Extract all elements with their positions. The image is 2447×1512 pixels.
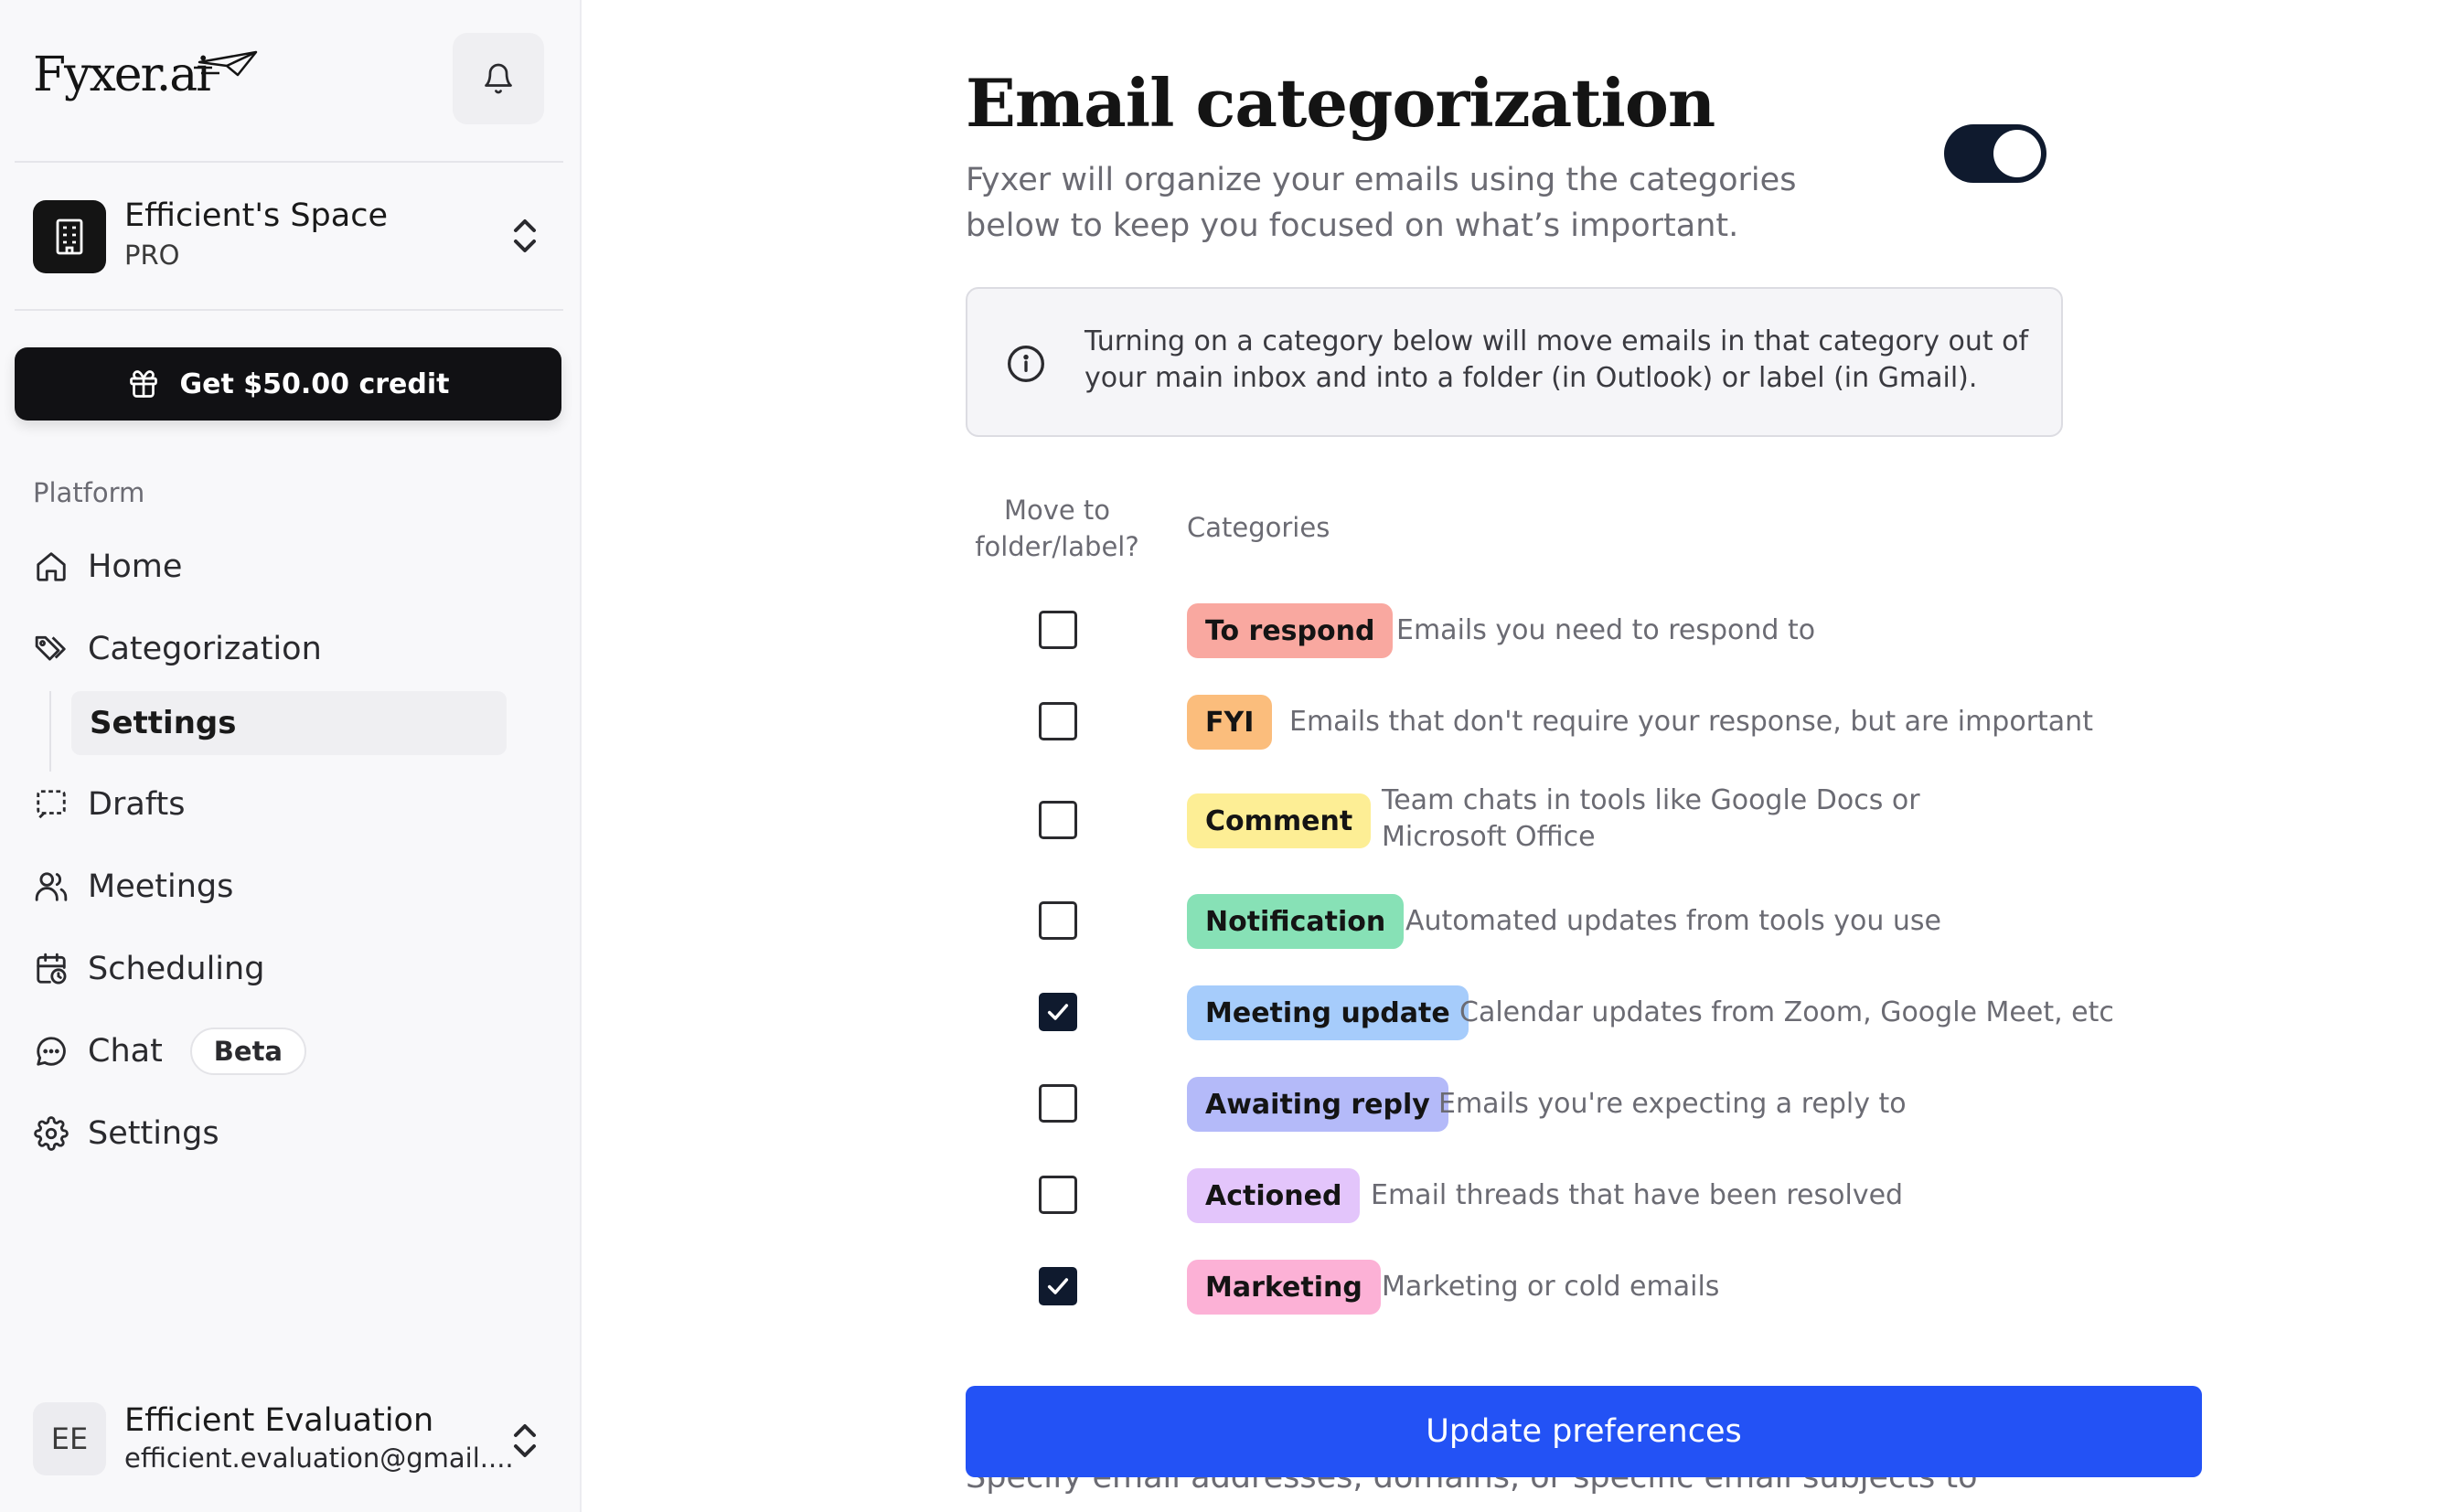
category-description: Emails you're expecting a reply to [1438,1088,1907,1120]
move-to-folder-checkbox[interactable] [1039,611,1077,649]
category-row: Comment Team chats in tools like Google D… [966,784,2081,853]
sidebar-item-label: Drafts [88,786,186,823]
sidebar-item-label: Home [88,548,183,585]
avatar: EE [33,1402,106,1475]
sidebar-item-label: Categorization [88,631,322,667]
user-name: Efficient Evaluation [124,1402,434,1439]
sidebar-item-scheduling[interactable]: Scheduling [33,943,264,995]
move-to-folder-checkbox[interactable] [1039,993,1077,1031]
category-tag: Awaiting reply [1187,1077,1448,1132]
workspace-plan: PRO [124,240,180,271]
category-row: Awaiting reply Emails you're expecting a … [966,1077,2081,1132]
gear-icon [33,1115,69,1152]
sidebar-item-label: Scheduling [88,951,265,987]
sidebar-item-settings[interactable]: Settings [33,1108,219,1159]
update-preferences-label: Update preferences [1426,1413,1742,1450]
category-description: Calendar updates from Zoom, Google Meet,… [1459,996,2114,1028]
sidebar-subitem-label: Settings [90,705,237,741]
category-description: Emails you need to respond to [1396,614,1816,646]
sidebar-subitem-settings[interactable]: Settings [71,691,507,755]
building-icon [33,200,106,273]
category-row: Marketing Marketing or cold emails [966,1260,2081,1315]
sidebar-item-meetings[interactable]: Meetings [33,861,233,912]
sidebar-item-label: Settings [88,1115,219,1152]
category-row: Notification Automated updates from tools… [966,894,2081,949]
get-credit-button[interactable]: Get $50.00 credit [15,347,561,421]
move-to-folder-checkbox[interactable] [1039,901,1077,940]
move-to-folder-checkbox[interactable] [1039,1176,1077,1214]
sidebar-item-chat[interactable]: Chat Beta [33,1026,307,1077]
sidebar-item-label: Meetings [88,868,234,905]
category-description: Team chats in tools like Google Docs or … [1382,784,1920,853]
column-header-move: Move to folder/label? [975,495,1139,562]
move-to-folder-checkbox[interactable] [1039,1084,1077,1123]
move-to-folder-checkbox[interactable] [1039,1267,1077,1305]
chat-icon [33,1033,69,1070]
home-icon [33,548,69,585]
info-icon [1008,346,1044,382]
info-callout: Turning on a category below will move em… [966,287,2063,437]
users-icon [33,868,69,905]
calendar-clock-icon [33,951,69,987]
chevron-up-down-icon [514,1424,536,1457]
drafts-icon [33,786,69,823]
category-tag: Notification [1187,894,1405,949]
category-tag: Actioned [1187,1168,1361,1223]
info-text: Turning on a category below will move em… [1085,325,2029,394]
category-description: Emails that don't require your response,… [1289,706,2093,738]
toggle-knob [1993,130,2041,177]
categorization-toggle[interactable] [1944,124,2046,183]
sidebar-item-categorization[interactable]: Categorization [33,623,322,675]
category-description: Automated updates from tools you use [1405,905,1942,937]
move-to-folder-checkbox[interactable] [1039,801,1077,839]
category-tag: FYI [1187,695,1273,750]
sidebar-divider [15,161,563,163]
beta-badge: Beta [189,1028,307,1075]
sidebar-item-drafts[interactable]: Drafts [33,779,185,830]
check-icon [1047,1278,1069,1294]
sidebar-item-home[interactable]: Home [33,541,182,592]
check-icon [1047,1004,1069,1020]
category-description: Marketing or cold emails [1382,1271,1720,1303]
sidebar: Fyxer.ai Efficient's Space PRO Get $50.0… [0,0,582,1512]
category-tag: Comment [1187,793,1372,848]
update-preferences-button[interactable]: Update preferences [966,1386,2202,1477]
submenu-line [49,691,51,772]
get-credit-label: Get $50.00 credit [179,367,450,400]
sidebar-divider [15,309,563,311]
page-subtitle: Fyxer will organize your emails using th… [966,162,1797,244]
sidebar-item-label: Chat [88,1033,163,1070]
tag-icon [33,631,69,667]
category-tag: Marketing [1187,1260,1381,1315]
paper-plane-icon [194,50,258,77]
category-row: FYI Emails that don't require your respon… [966,695,2093,750]
column-header-categories: Categories [1187,512,1330,543]
fyxer-logo[interactable]: Fyxer.ai [33,48,258,102]
section-label-platform: Platform [33,477,145,508]
gift-icon [129,370,157,398]
chevron-up-down-icon [514,219,536,252]
category-row: To respond Emails you need to respond to [966,603,2081,658]
workspace-name: Efficient's Space [124,197,388,234]
logo-text: Fyxer.ai [33,48,211,102]
notifications-button[interactable] [453,33,544,124]
user-email: efficient.evaluation@gmail.... [124,1443,514,1474]
category-description: Email threads that have been resolved [1371,1179,1904,1211]
page-title: Email categorization [966,64,1715,142]
bell-icon [485,63,512,94]
category-tag: To respond [1187,603,1394,658]
category-tag: Meeting update [1187,985,1469,1040]
category-row: Actioned Email threads that have been res… [966,1168,2081,1223]
move-to-folder-checkbox[interactable] [1039,702,1077,740]
category-row: Meeting update Calendar updates from Zoom… [966,985,2114,1040]
